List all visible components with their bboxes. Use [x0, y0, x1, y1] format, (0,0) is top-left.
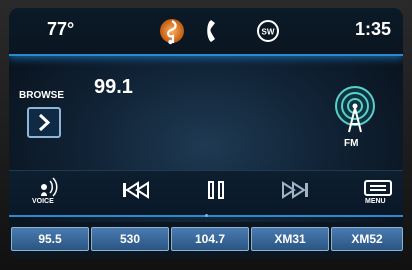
status-bar: 77° SW 1:35 [9, 8, 403, 56]
pause-icon [208, 181, 224, 199]
chevron-right-icon [38, 113, 51, 132]
tab-phone[interactable] [202, 16, 234, 44]
preset-button[interactable]: XM52 [331, 227, 403, 251]
preset-button[interactable]: 104.7 [171, 227, 249, 251]
preset-button[interactable]: 530 [91, 227, 169, 251]
browse-label: BROWSE [19, 90, 64, 101]
fm-antenna-icon [335, 86, 375, 133]
temperature: 77° [47, 19, 75, 39]
music-note-icon [160, 19, 184, 45]
next-track-button[interactable] [278, 175, 314, 205]
radio-screen: 77° SW 1:35 99.1 BROWSE FM VOICE MENU 95… [9, 8, 403, 258]
band-label: FM [344, 138, 359, 149]
voice-label: VOICE [32, 198, 54, 205]
menu-label: MENU [365, 198, 386, 205]
pause-button[interactable] [198, 175, 234, 205]
preset-button[interactable]: 95.5 [11, 227, 89, 251]
preset-button[interactable]: XM31 [251, 227, 329, 251]
previous-track-icon [123, 181, 149, 199]
tab-audio[interactable] [156, 16, 188, 45]
steering-wheel-label: SW [262, 28, 275, 37]
preset-bar: 95.5 530 104.7 XM31 XM52 [9, 222, 403, 258]
steering-wheel-icon: SW [257, 20, 279, 42]
tab-steering-wheel[interactable]: SW [253, 16, 285, 44]
page-indicator [205, 214, 208, 217]
previous-track-button[interactable] [117, 175, 153, 205]
browse-button[interactable] [27, 107, 61, 138]
station-frequency: 99.1 [94, 76, 133, 98]
phone-icon [207, 20, 215, 42]
clock: 1:35 [354, 19, 391, 39]
next-track-icon [282, 181, 308, 199]
playback-controls [9, 170, 403, 217]
